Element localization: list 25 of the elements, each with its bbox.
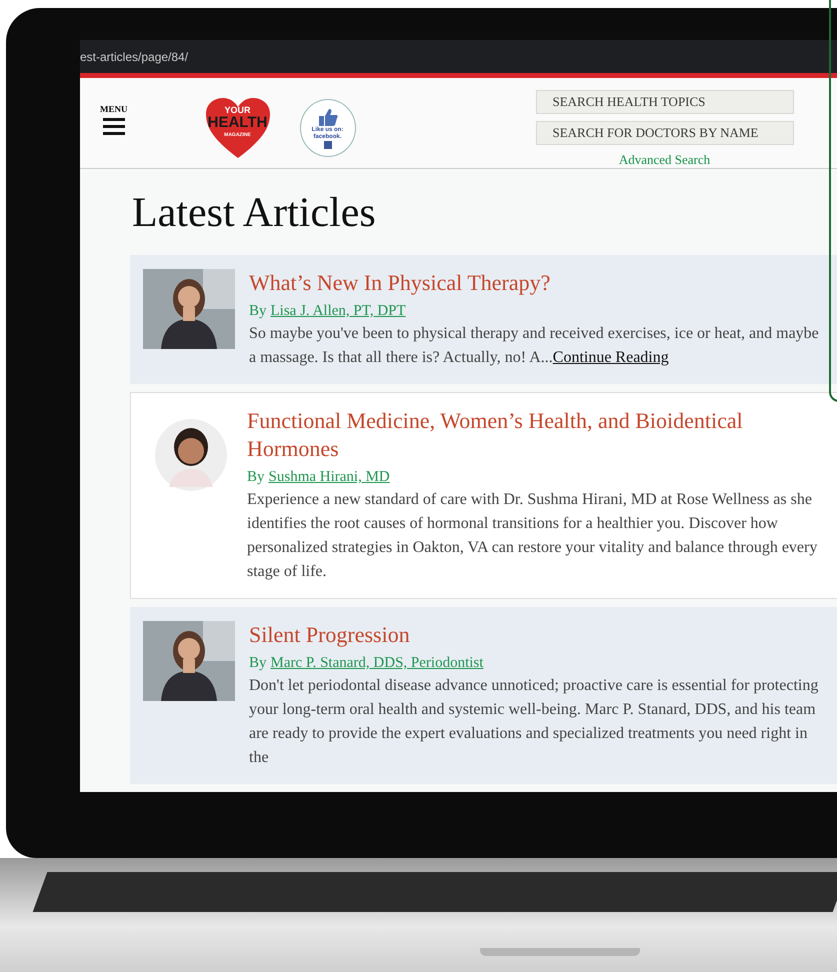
article-excerpt: Don't let periodontal disease advance unnoticed; proactive care is essential for protecting your long-term oral health and systemic well-being. Marc P. Stanard, DDS, and his team are ready to provide the expert evaluations and specialized treatments you need right in the	[249, 676, 820, 768]
menu-button[interactable]: MENU	[100, 104, 128, 135]
logo-text[interactable]: HEALTH	[208, 115, 268, 130]
article-excerpt: Experience a new standard of care with Dr. Sushma Hirani, MD at Rose Wellness as she identifies the root causes of hormonal transitions for a healthier you. Discover how personalized strategies in Oakton, VA can restore your vitality and balance through every stage of life.	[247, 490, 818, 582]
byline-label: By	[249, 303, 267, 319]
logo-text[interactable]: YOUR	[224, 106, 250, 115]
heart-icon	[204, 96, 272, 160]
author-link[interactable]: Marc P. Stanard, DDS, Periodontist	[270, 655, 484, 671]
thumbs-up-icon	[316, 107, 338, 128]
search-field[interactable]: SEARCH FOR DOCTORS BY NAME	[536, 121, 794, 145]
byline-label: By	[247, 469, 265, 485]
author-link[interactable]: Sushma Hirani, MD	[268, 469, 390, 485]
url-text[interactable]: est-articles/page/84/	[80, 50, 188, 64]
search-field[interactable]: SEARCH HEALTH TOPICS	[536, 90, 794, 114]
page-heading: Latest Articles	[132, 189, 377, 237]
article-title[interactable]: Silent Progression	[249, 621, 821, 649]
advanced-search-link[interactable]: Advanced Search	[618, 152, 710, 168]
facebook-icon	[324, 140, 332, 149]
continue-reading-link[interactable]: Continue Reading	[552, 349, 669, 366]
article-excerpt: So maybe you've been to physical therapy and received exercises, ice or heat, and maybe a massage. Is that all there is? Actually, no! A...Continue Reading	[249, 324, 820, 368]
article-title[interactable]: What’s New In Physical Therapy?	[249, 269, 821, 297]
menu-icon	[102, 117, 125, 135]
author-link[interactable]: Lisa J. Allen, PT, DPT	[270, 303, 406, 319]
byline-label: By	[249, 655, 267, 671]
article-title[interactable]: Functional Medicine, Women’s Health, and Bioidentical Hormones	[247, 407, 819, 463]
